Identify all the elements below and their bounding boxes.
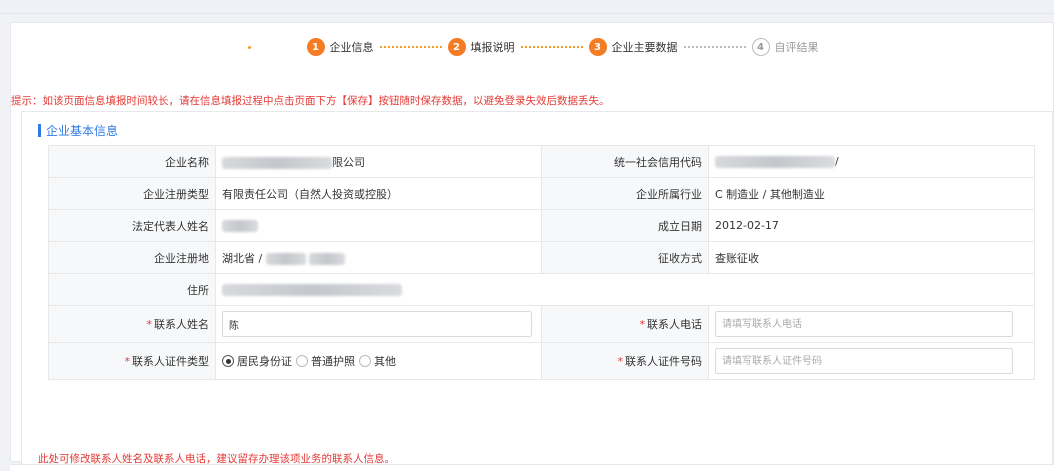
company-name-value: 限公司	[215, 145, 542, 178]
table-row: 住所	[48, 273, 1035, 306]
table-row: * 联系人证件类型 居民身份证 普通护照 其他 * 联系人证件号码 请填写联系人…	[48, 342, 1035, 380]
step-main-data[interactable]: 3 企业主要数据	[588, 38, 678, 56]
next-section-edge	[10, 464, 1054, 471]
id-type-label: * 联系人证件类型	[48, 342, 216, 380]
table-row: 法定代表人姓名 成立日期 2012-02-17	[48, 209, 1035, 242]
radio-option-id-card[interactable]: 居民身份证	[222, 353, 292, 369]
table-row: *联系人姓名 *联系人电话	[48, 305, 1035, 343]
radio-checked-icon[interactable]	[222, 355, 234, 367]
step-label: 填报说明	[470, 41, 515, 54]
radio-unchecked-icon[interactable]	[359, 355, 371, 367]
form-card: 1 企业信息 2 填报说明 3 企业主要数据 4 自评结果 提示：如该页面信息填…	[10, 22, 1054, 471]
required-mark: *	[124, 355, 131, 368]
address-label: 住所	[48, 273, 216, 306]
contact-phone-cell	[708, 305, 1035, 343]
section-title: 企业基本信息	[38, 122, 118, 139]
required-mark: *	[146, 318, 153, 331]
company-name-suffix: 限公司	[332, 155, 365, 169]
legal-rep-value	[215, 209, 542, 242]
reg-type-label: 企业注册类型	[48, 177, 216, 210]
contact-name-label-text: 联系人姓名	[154, 318, 209, 331]
step-label: 企业信息	[329, 41, 374, 54]
contact-name-cell	[215, 305, 542, 343]
table-row: 企业注册地 湖北省 / 征收方式 查账征收	[48, 241, 1035, 274]
decorative-dot	[247, 45, 251, 49]
id-number-label-text: 联系人证件号码	[625, 355, 702, 368]
radio-option-passport[interactable]: 普通护照	[296, 353, 355, 369]
radio-label: 居民身份证	[237, 355, 292, 368]
title-bar-icon	[38, 124, 41, 137]
credit-code-label: 统一社会信用代码	[541, 145, 709, 178]
redacted-text	[265, 252, 306, 265]
id-type-label-text: 联系人证件类型	[132, 355, 209, 368]
industry-value: C 制造业 / 其他制造业	[708, 177, 1035, 210]
required-mark: *	[617, 355, 624, 368]
reg-type-value: 有限责任公司（自然人投资或控股）	[215, 177, 542, 210]
step-number: 4	[751, 38, 770, 56]
id-number-cell	[708, 342, 1035, 380]
credit-code-value: /	[708, 145, 1035, 178]
legal-rep-label: 法定代表人姓名	[48, 209, 216, 242]
id-type-radio-group: 居民身份证 普通护照 其他	[222, 353, 535, 369]
contact-phone-label: * 联系人电话	[541, 305, 709, 343]
tax-method-value: 查账征收	[708, 241, 1035, 274]
company-name-label: 企业名称	[48, 145, 216, 178]
step-self-eval[interactable]: 4 自评结果	[751, 38, 819, 56]
reg-place-value: 湖北省 /	[215, 241, 542, 274]
id-number-label: * 联系人证件号码	[541, 342, 709, 380]
address-value	[215, 273, 1035, 306]
reg-place-prefix: 湖北省 /	[222, 251, 263, 265]
progress-steps: 1 企业信息 2 填报说明 3 企业主要数据 4 自评结果	[11, 36, 1054, 58]
radio-label: 其他	[374, 355, 396, 368]
contact-name-input[interactable]	[222, 311, 532, 337]
redacted-text	[222, 284, 402, 296]
contact-name-label: * 联系人姓名	[48, 305, 216, 343]
radio-option-other[interactable]: 其他	[359, 353, 396, 369]
required-mark: *	[639, 318, 646, 331]
industry-label: 企业所属行业	[541, 177, 709, 210]
step-instructions[interactable]: 2 填报说明	[447, 38, 515, 56]
radio-unchecked-icon[interactable]	[296, 355, 308, 367]
step-connector	[683, 46, 746, 48]
step-number: 1	[306, 38, 325, 56]
found-date-label: 成立日期	[541, 209, 709, 242]
id-type-cell: 居民身份证 普通护照 其他	[215, 342, 542, 380]
section-title-text: 企业基本信息	[46, 124, 119, 138]
info-table: 企业名称 限公司 统一社会信用代码 / 企业注册类型 有限责任公司（自然人投资或…	[48, 145, 1035, 380]
reg-place-label: 企业注册地	[48, 241, 216, 274]
credit-code-suffix: /	[835, 155, 839, 168]
step-number: 2	[447, 38, 466, 56]
step-number: 3	[588, 38, 607, 56]
top-bar	[0, 0, 1054, 14]
radio-label: 普通护照	[311, 355, 355, 368]
step-connector	[379, 46, 442, 48]
table-row: 企业注册类型 有限责任公司（自然人投资或控股） 企业所属行业 C 制造业 / 其…	[48, 177, 1035, 210]
step-label: 自评结果	[774, 41, 819, 54]
redacted-text	[222, 156, 332, 169]
redacted-text	[715, 156, 835, 168]
basic-info-section: 企业基本信息 企业名称 限公司 统一社会信用代码 / 企业注册类型 有限责任公司…	[21, 111, 1053, 471]
step-label: 企业主要数据	[611, 41, 678, 54]
id-number-input[interactable]	[715, 348, 1013, 374]
found-date-value: 2012-02-17	[708, 209, 1035, 242]
redacted-text	[309, 252, 346, 265]
redacted-text	[222, 220, 258, 232]
tax-method-label: 征收方式	[541, 241, 709, 274]
contact-phone-input[interactable]	[715, 311, 1013, 337]
contact-phone-label-text: 联系人电话	[647, 318, 702, 331]
step-connector	[520, 46, 583, 48]
step-company-info[interactable]: 1 企业信息	[306, 38, 374, 56]
table-row: 企业名称 限公司 统一社会信用代码 /	[48, 145, 1035, 178]
save-notice: 提示：如该页面信息填报时间较长，请在信息填报过程中点击页面下方【保存】按钮随时保…	[11, 95, 610, 107]
